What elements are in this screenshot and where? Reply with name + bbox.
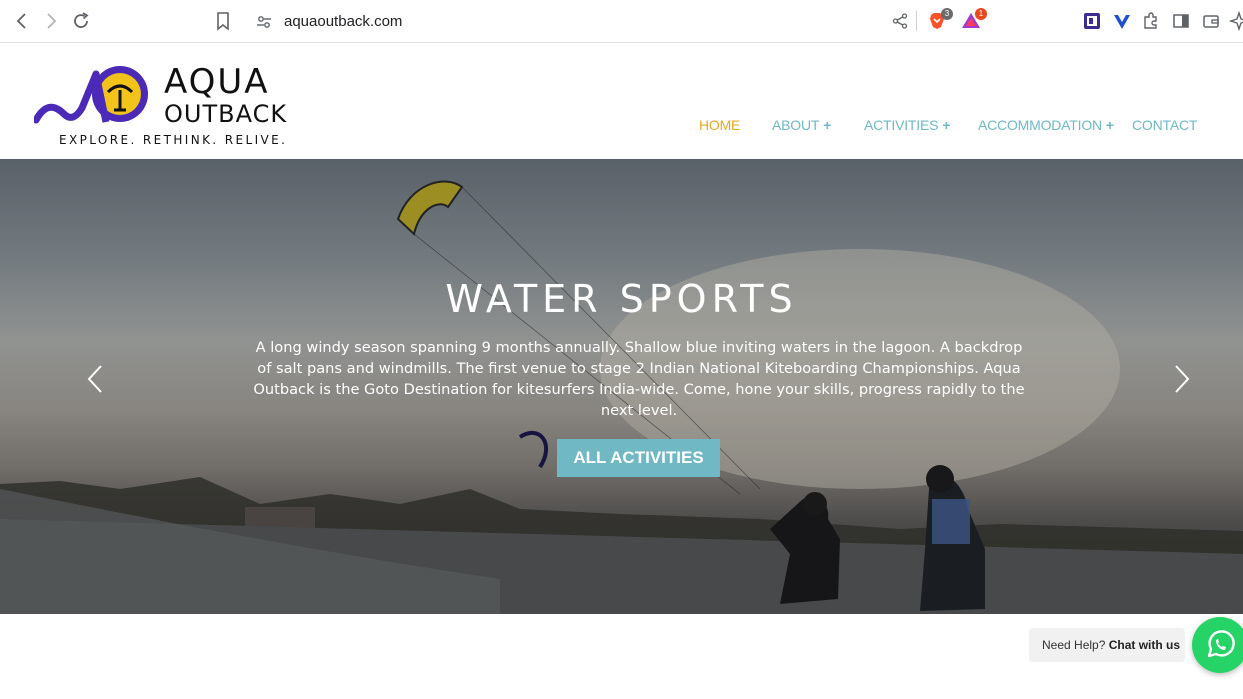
- logo-word-aqua: AQUA: [164, 62, 270, 102]
- extensions-puzzle-icon[interactable]: [1141, 11, 1161, 31]
- address-bar[interactable]: aquaoutback.com: [246, 6, 1000, 38]
- plus-icon: +: [1105, 117, 1114, 133]
- nav-accommodation[interactable]: ACCOMMODATION +: [978, 117, 1114, 133]
- rewards-count-badge: 1: [975, 8, 987, 20]
- hero-description: A long windy season spanning 9 months an…: [253, 339, 1025, 419]
- plus-icon: +: [823, 117, 832, 133]
- chat-prompt[interactable]: Need Help? Chat with us: [1029, 628, 1185, 662]
- nav-home[interactable]: HOME: [699, 117, 740, 133]
- all-activities-button[interactable]: ALL ACTIVITIES: [557, 439, 720, 477]
- sidebar-icon[interactable]: [1171, 11, 1191, 31]
- hero-title: WATER SPORTS: [445, 277, 798, 321]
- slider-next-icon[interactable]: [1172, 364, 1192, 394]
- url-text[interactable]: aquaoutback.com: [284, 13, 402, 30]
- reload-icon[interactable]: [71, 11, 91, 31]
- site-logo[interactable]: AQUA OUTBACK EXPLORE. RETHINK. RELIVE.: [34, 62, 324, 152]
- logo-tagline: EXPLORE. RETHINK. RELIVE.: [59, 133, 288, 147]
- whatsapp-icon: [1207, 630, 1235, 658]
- hero-slider: WATER SPORTS A long windy season spannin…: [0, 159, 1243, 614]
- forward-icon[interactable]: [41, 11, 61, 31]
- nav-about-label: ABOUT: [772, 117, 820, 133]
- logo-word-outback: OUTBACK: [164, 100, 288, 128]
- back-icon[interactable]: [12, 11, 32, 31]
- toolbar-divider: [916, 11, 917, 31]
- nav-about[interactable]: ABOUT +: [772, 117, 831, 133]
- slider-prev-icon[interactable]: [85, 364, 105, 394]
- leo-ai-icon[interactable]: [1228, 10, 1243, 32]
- site-settings-icon[interactable]: [256, 14, 272, 30]
- nav-home-label: HOME: [699, 117, 741, 133]
- chat-prefix: Need Help?: [1042, 638, 1106, 652]
- share-icon[interactable]: [892, 13, 908, 29]
- chat-strong: Chat with us: [1108, 638, 1181, 652]
- site-header: AQUA OUTBACK EXPLORE. RETHINK. RELIVE. H…: [0, 44, 1243, 159]
- wallet-icon[interactable]: [1201, 11, 1221, 31]
- extension-icon[interactable]: [1082, 11, 1102, 31]
- nav-accommodation-label: ACCOMMODATION: [978, 117, 1102, 133]
- nav-activities[interactable]: ACTIVITIES +: [864, 117, 950, 133]
- shields-count-badge: 3: [941, 8, 953, 20]
- nav-contact-label: CONTACT: [1132, 117, 1198, 133]
- vpn-extension-icon[interactable]: [1112, 11, 1132, 31]
- brave-rewards-icon[interactable]: 1: [961, 8, 987, 31]
- brave-shields-icon[interactable]: 3: [927, 8, 953, 31]
- logo-emblem-icon: [34, 66, 148, 124]
- browser-toolbar: aquaoutback.com 3 1: [0, 0, 1243, 43]
- nav-activities-label: ACTIVITIES: [864, 117, 939, 133]
- bookmark-icon[interactable]: [214, 11, 232, 31]
- plus-icon: +: [942, 117, 951, 133]
- whatsapp-chat-button[interactable]: [1192, 617, 1243, 673]
- nav-contact[interactable]: CONTACT: [1132, 117, 1197, 133]
